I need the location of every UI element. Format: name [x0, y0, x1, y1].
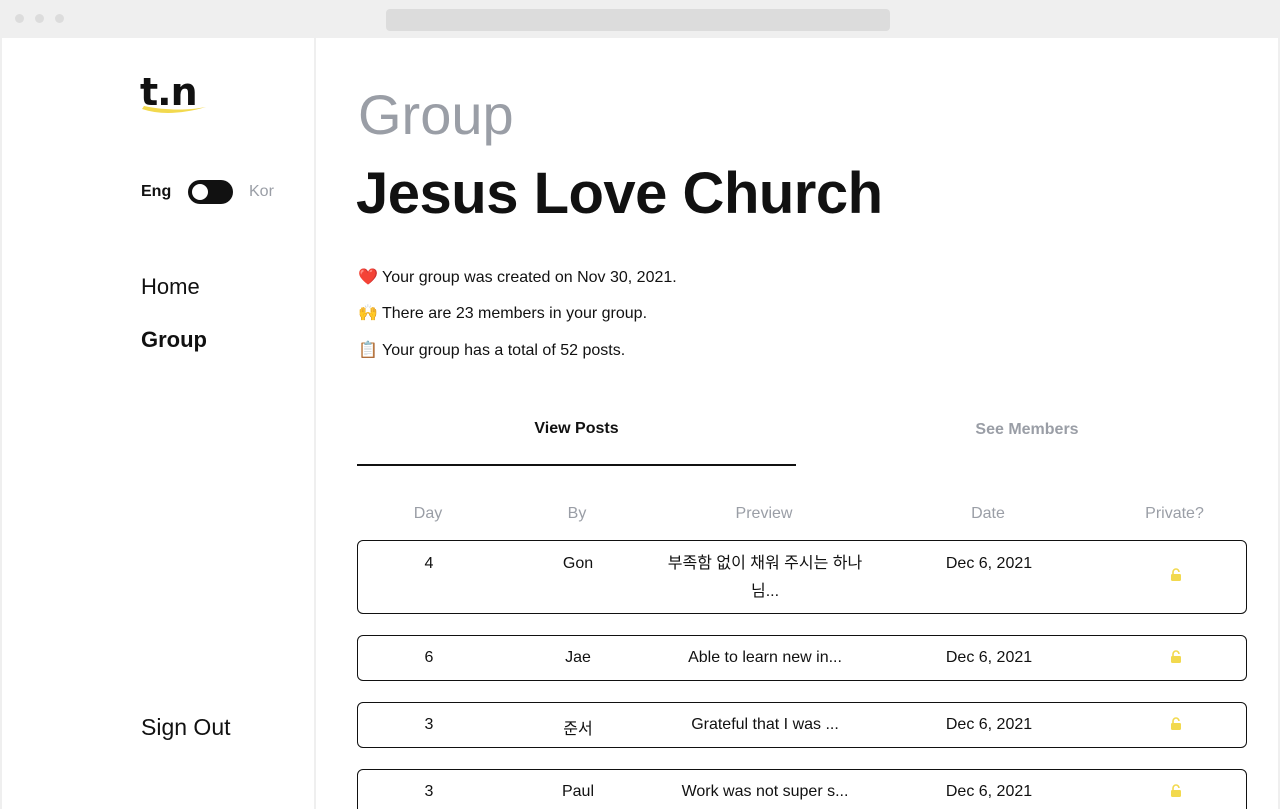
row-preview: Grateful that I was ...	[691, 716, 839, 733]
unlocked-icon	[1098, 784, 1253, 802]
row-preview: Work was not super s...	[681, 783, 849, 800]
row-date: Dec 6, 2021	[945, 555, 1033, 572]
column-header-private: Private?	[1145, 505, 1204, 522]
row-day: 3	[424, 783, 434, 800]
tab-see-members[interactable]: See Members	[808, 421, 1246, 439]
info-posts: 📋 Your group has a total of 52 posts.	[358, 340, 625, 360]
row-date: Dec 6, 2021	[945, 783, 1033, 800]
row-day: 4	[424, 555, 434, 572]
language-toggle[interactable]	[188, 180, 233, 204]
row-date: Dec 6, 2021	[945, 716, 1033, 733]
info-posts-text: Your group has a total of 52 posts.	[382, 342, 626, 359]
language-switch: Eng Kor	[141, 180, 291, 204]
row-day: 3	[424, 716, 434, 733]
row-day: 6	[424, 649, 434, 666]
heart-icon: ❤️	[358, 267, 378, 286]
column-header-day: Day	[413, 505, 443, 522]
main-content: Group Jesus Love Church ❤️ Your group was…	[318, 38, 1278, 809]
raised-hands-icon: 🙌	[358, 303, 378, 322]
table-row[interactable]: 6 Jae Able to learn new in... Dec 6, 202…	[357, 635, 1247, 681]
window-dot	[35, 14, 44, 23]
table-row[interactable]: 4 Gon 부족함 없이 채워 주시는 하나 님... Dec 6, 2021	[357, 540, 1247, 614]
info-members: 🙌 There are 23 members in your group.	[358, 303, 647, 323]
window-dot	[15, 14, 24, 23]
unlocked-icon	[1098, 568, 1253, 586]
tab-bar: View Posts See Members	[357, 413, 1246, 466]
logo-text: t.n	[140, 70, 198, 114]
row-author: Jae	[565, 649, 591, 666]
clipboard-icon: 📋	[358, 340, 378, 359]
row-preview: Able to learn new in...	[688, 649, 842, 666]
row-preview-line: 부족함 없이 채워 주시는 하나	[667, 555, 863, 572]
nav-group[interactable]: Group	[141, 327, 207, 353]
unlocked-icon	[1098, 717, 1253, 735]
page-eyebrow: Group	[358, 83, 514, 146]
info-created: ❤️ Your group was created on Nov 30, 2021…	[358, 267, 677, 287]
logo[interactable]: t.n	[140, 70, 220, 120]
row-author: 준서	[563, 721, 593, 738]
table-row[interactable]: 3 준서 Grateful that I was ... Dec 6, 2021	[357, 702, 1247, 748]
browser-chrome	[0, 0, 1280, 38]
column-header-by: By	[567, 505, 587, 522]
unlocked-icon	[1098, 650, 1253, 668]
language-eng-label: Eng	[141, 183, 172, 200]
info-members-text: There are 23 members in your group.	[382, 305, 648, 322]
row-preview-line: 님...	[750, 583, 780, 600]
column-header-preview: Preview	[735, 505, 793, 522]
column-header-date: Date	[971, 505, 1005, 522]
group-title: Jesus Love Church	[356, 161, 883, 226]
sign-out-link[interactable]: Sign Out	[141, 714, 231, 741]
row-date: Dec 6, 2021	[945, 649, 1033, 666]
row-author: Paul	[561, 783, 595, 800]
tab-view-posts[interactable]: View Posts	[357, 420, 796, 466]
table-header: Day By Preview Date Private?	[357, 505, 1247, 525]
row-preview: 부족함 없이 채워 주시는 하나 님...	[653, 550, 877, 606]
info-created-text: Your group was created on Nov 30, 2021.	[382, 269, 677, 286]
app-window: t.n Eng Kor Home Group Sign Out Group Je…	[2, 38, 1278, 809]
window-dot	[55, 14, 64, 23]
toggle-knob	[192, 184, 208, 200]
language-kor-label: Kor	[249, 183, 274, 200]
sidebar: t.n Eng Kor Home Group Sign Out	[2, 38, 316, 809]
row-author: Gon	[562, 555, 594, 572]
address-bar[interactable]	[386, 9, 890, 31]
table-row[interactable]: 3 Paul Work was not super s... Dec 6, 20…	[357, 769, 1247, 809]
nav-home[interactable]: Home	[141, 274, 200, 300]
